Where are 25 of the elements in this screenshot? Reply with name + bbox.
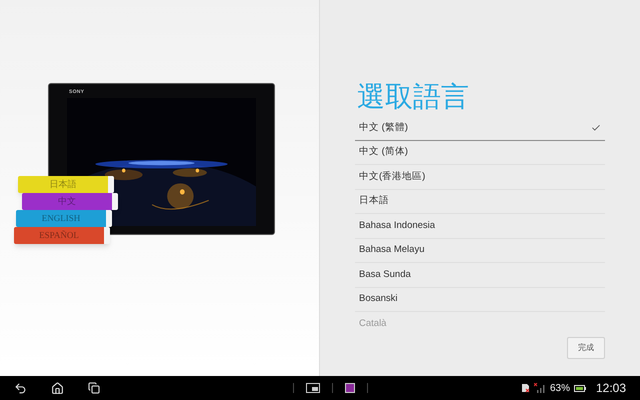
book-title: ENGLISH xyxy=(42,214,80,223)
done-button[interactable]: 完成 xyxy=(567,336,605,358)
language-option[interactable]: Bosanski xyxy=(355,288,605,312)
page-title: 選取語言 xyxy=(356,80,470,114)
check-icon xyxy=(591,122,601,133)
no-sim-icon xyxy=(520,383,530,393)
small-window-icon[interactable] xyxy=(306,383,320,393)
book-title: 中文 xyxy=(58,197,76,206)
clock: 12:03 xyxy=(596,380,626,397)
back-icon[interactable] xyxy=(14,382,27,394)
language-option[interactable]: Bahasa Indonesia xyxy=(355,214,605,238)
language-option[interactable]: 日本語 xyxy=(355,190,605,214)
language-option[interactable]: 中文(香港地區) xyxy=(355,165,605,190)
book-title: ESPAÑOL xyxy=(39,231,79,240)
signal-icon xyxy=(534,383,546,393)
book-title: 日本語 xyxy=(50,180,76,189)
language-option[interactable]: 中文 (简体) xyxy=(355,140,605,165)
app-icon[interactable] xyxy=(344,383,355,393)
recent-apps-icon[interactable] xyxy=(88,382,100,394)
home-icon[interactable] xyxy=(51,382,64,394)
language-option[interactable]: 中文 (繁體) xyxy=(355,116,605,140)
battery-percentage: 63% xyxy=(550,382,570,396)
language-option[interactable]: Bahasa Melayu xyxy=(355,238,605,263)
language-option[interactable]: Basa Sunda xyxy=(355,263,605,288)
battery-icon xyxy=(574,384,586,392)
